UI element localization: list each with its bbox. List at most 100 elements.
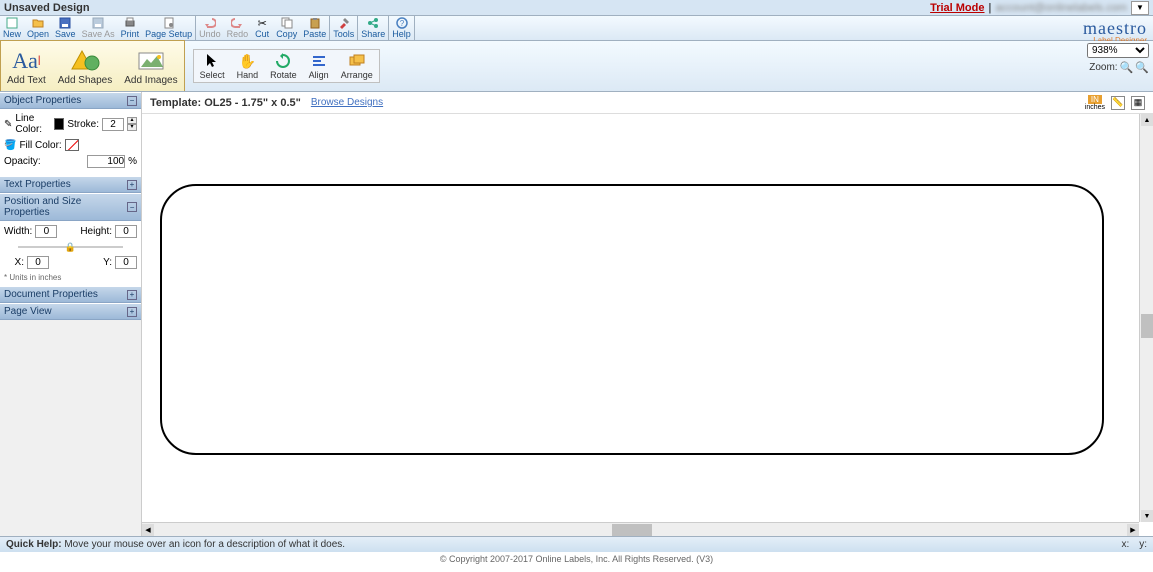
grid-icon[interactable]: ▦ xyxy=(1131,96,1145,110)
units-note: * Units in inches xyxy=(4,273,137,282)
user-email: account@onlinelabels.com xyxy=(995,2,1127,14)
new-button[interactable]: New xyxy=(0,16,24,40)
vertical-scrollbar[interactable]: ▲▼ xyxy=(1139,114,1153,522)
svg-text:?: ? xyxy=(399,19,404,28)
align-tool[interactable]: Align xyxy=(303,50,335,82)
title-bar: Unsaved Design Trial Mode | account@onli… xyxy=(0,0,1153,16)
browse-designs-link[interactable]: Browse Designs xyxy=(311,97,383,108)
stroke-up[interactable]: ▴ xyxy=(127,117,137,124)
aspect-lock-slider[interactable]: 🔒 xyxy=(18,242,123,252)
label-shape[interactable] xyxy=(160,184,1104,455)
page-view-header[interactable]: Page View+ xyxy=(0,303,141,320)
zoom-out-icon[interactable]: 🔍 xyxy=(1120,61,1134,74)
arrange-icon xyxy=(349,52,365,70)
tools-button[interactable]: Tools xyxy=(330,16,357,40)
stroke-down[interactable]: ▾ xyxy=(127,124,137,131)
fill-color-swatch[interactable] xyxy=(65,139,79,151)
line-color-label: Line Color: xyxy=(15,113,50,135)
collapse-icon[interactable]: − xyxy=(127,202,137,212)
cut-button[interactable]: ✂Cut xyxy=(251,16,273,40)
expand-icon[interactable]: + xyxy=(127,307,137,317)
help-bar: Quick Help: Move your mouse over an icon… xyxy=(0,536,1153,552)
text-properties-header[interactable]: Text Properties+ xyxy=(0,176,141,193)
share-button[interactable]: Share xyxy=(358,16,388,40)
cursor-icon xyxy=(205,52,219,70)
x-input[interactable] xyxy=(27,256,49,269)
redo-icon xyxy=(230,17,244,29)
canvas-area: Template: OL25 - 1.75" x 0.5" Browse Des… xyxy=(142,92,1153,536)
add-shapes-tab[interactable]: Add Shapes xyxy=(52,41,119,91)
canvas-viewport[interactable]: ▲▼ ◀▶ xyxy=(142,114,1153,536)
copy-button[interactable]: Copy xyxy=(273,16,300,40)
x-label: X: xyxy=(4,257,24,268)
stroke-input[interactable] xyxy=(102,118,124,131)
stroke-label: Stroke: xyxy=(67,119,99,130)
zoom-label: Zoom: xyxy=(1089,62,1117,73)
align-icon xyxy=(312,52,326,70)
pencil-icon: ✎ xyxy=(4,119,12,130)
rotate-tool[interactable]: Rotate xyxy=(264,50,303,82)
copy-icon xyxy=(280,17,294,29)
page-setup-button[interactable]: Page Setup xyxy=(142,16,195,40)
footer: © Copyright 2007-2017 Online Labels, Inc… xyxy=(0,552,1153,566)
rotate-icon xyxy=(275,52,291,70)
zoom-select[interactable]: 938% xyxy=(1087,43,1149,58)
account-dropdown[interactable]: ▼ xyxy=(1131,1,1149,15)
width-input[interactable] xyxy=(35,225,57,238)
sub-toolbar: Aa|Add Text Add Shapes Add Images Select… xyxy=(0,41,1153,92)
horizontal-scrollbar[interactable]: ◀▶ xyxy=(142,522,1139,536)
document-title: Unsaved Design xyxy=(4,2,90,14)
object-properties-header[interactable]: Object Properties− xyxy=(0,92,141,109)
ruler-icon[interactable]: 📏 xyxy=(1111,96,1125,110)
opacity-input[interactable] xyxy=(87,155,125,168)
lock-icon[interactable]: 🔒 xyxy=(65,242,76,253)
position-properties-header[interactable]: Position and Size Properties− xyxy=(0,193,141,221)
coord-y: y: xyxy=(1139,539,1147,550)
save-as-icon xyxy=(91,17,105,29)
collapse-icon[interactable]: − xyxy=(127,96,137,106)
bucket-icon: 🪣 xyxy=(4,140,16,151)
open-button[interactable]: Open xyxy=(24,16,52,40)
save-button[interactable]: Save xyxy=(52,16,79,40)
print-button[interactable]: Print xyxy=(118,16,143,40)
undo-button[interactable]: Undo xyxy=(196,16,224,40)
add-text-tab[interactable]: Aa|Add Text xyxy=(1,41,52,91)
add-text-icon: Aa| xyxy=(12,47,40,75)
redo-button[interactable]: Redo xyxy=(224,16,252,40)
hand-tool[interactable]: ✋Hand xyxy=(231,50,265,82)
coord-x: x: xyxy=(1121,539,1129,550)
main-toolbar: New Open Save Save As Print Page Setup U… xyxy=(0,16,1153,41)
hand-icon: ✋ xyxy=(239,52,256,70)
paste-button[interactable]: Paste xyxy=(300,16,329,40)
add-shapes-icon xyxy=(70,47,100,75)
line-color-swatch[interactable] xyxy=(54,118,65,130)
expand-icon[interactable]: + xyxy=(127,180,137,190)
document-properties-header[interactable]: Document Properties+ xyxy=(0,286,141,303)
paste-icon xyxy=(308,17,322,29)
height-label: Height: xyxy=(80,226,112,237)
add-images-tab[interactable]: Add Images xyxy=(118,41,183,91)
add-images-icon xyxy=(137,47,165,75)
help-button[interactable]: ?Help xyxy=(389,16,414,40)
open-icon xyxy=(31,17,45,29)
save-as-button[interactable]: Save As xyxy=(79,16,118,40)
expand-icon[interactable]: + xyxy=(127,290,137,300)
zoom-in-icon[interactable]: 🔍 xyxy=(1135,61,1149,74)
height-input[interactable] xyxy=(115,225,137,238)
width-label: Width: xyxy=(4,226,32,237)
opacity-label: Opacity: xyxy=(4,156,41,167)
unit-toggle[interactable]: INinches xyxy=(1085,95,1105,111)
trial-mode-link[interactable]: Trial Mode xyxy=(930,2,984,14)
page-setup-icon xyxy=(162,17,176,29)
share-icon xyxy=(366,17,380,29)
y-label: Y: xyxy=(92,257,112,268)
cut-icon: ✂ xyxy=(255,17,269,29)
template-info: Template: OL25 - 1.75" x 0.5" xyxy=(150,97,301,109)
y-input[interactable] xyxy=(115,256,137,269)
left-panel: Object Properties− ✎ Line Color: Stroke:… xyxy=(0,92,142,536)
select-tool[interactable]: Select xyxy=(194,50,231,82)
undo-icon xyxy=(203,17,217,29)
tools-icon xyxy=(337,17,351,29)
print-icon xyxy=(123,17,137,29)
arrange-tool[interactable]: Arrange xyxy=(335,50,379,82)
